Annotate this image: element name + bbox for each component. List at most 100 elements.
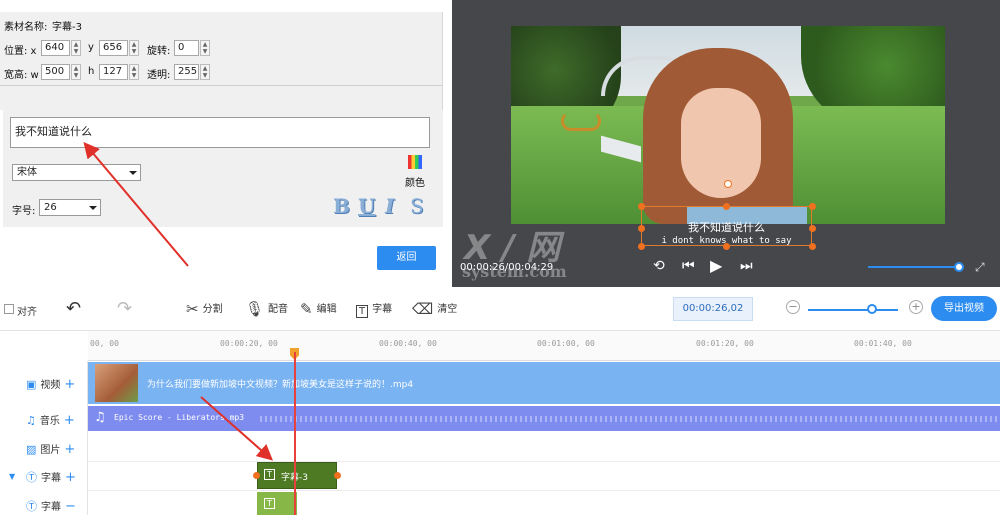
pencil-icon: ✎ [300, 300, 313, 318]
font-size-select[interactable]: 26 [39, 199, 101, 216]
resize-handle-tr[interactable] [809, 203, 816, 210]
position-label: 位置: x [4, 46, 37, 57]
align-checkbox[interactable] [4, 304, 14, 314]
rotate-handle[interactable] [724, 180, 732, 188]
next-icon[interactable]: ⏭ [740, 258, 753, 274]
width-stepper[interactable]: ▲ ▼ [71, 64, 81, 80]
subtitle-button[interactable]: T 字幕 [356, 300, 393, 318]
opacity-input[interactable]: 255 [174, 64, 199, 80]
replay-icon[interactable]: ⟲ [653, 258, 665, 274]
remove-subtitle-icon[interactable]: − [65, 499, 76, 514]
zoom-out-icon[interactable]: − [786, 300, 800, 314]
underline-button[interactable]: U [358, 194, 375, 218]
font-family-value: 宋体 [17, 167, 37, 178]
zoom-in-icon[interactable]: + [909, 300, 923, 314]
material-name-value: 字幕-3 [52, 22, 82, 33]
audio-waveform [260, 416, 1000, 422]
y-stepper[interactable]: ▲ ▼ [129, 40, 139, 56]
h-label: h [88, 66, 95, 77]
height-input[interactable]: 127 [99, 64, 128, 80]
resize-handle-tl[interactable] [638, 203, 645, 210]
play-icon[interactable]: ▶ [710, 256, 722, 275]
edit-button[interactable]: ✎ 编辑 [300, 300, 337, 318]
opacity-stepper[interactable]: ▲ ▼ [200, 64, 210, 80]
playback-time: 00:00:26/00:04:29 [460, 262, 554, 273]
volume-slider-knob[interactable] [954, 262, 964, 272]
y-label: y [88, 42, 94, 53]
previous-icon[interactable]: ⏮ [682, 258, 695, 274]
x-stepper[interactable]: ▲ ▼ [71, 40, 81, 56]
music-note-icon: ♫ [26, 414, 36, 427]
text-track-icon: Ⓣ [26, 500, 37, 513]
subtitle-text-input[interactable]: 我不知道说什么 [10, 117, 430, 148]
color-palette-icon[interactable] [408, 155, 422, 169]
ruler-tick-label: 00:01:00, 00 [537, 339, 595, 348]
collapse-triangle-icon[interactable]: ▼ [9, 472, 15, 481]
clip-trim-handle-right[interactable] [334, 472, 341, 479]
video-preview: 我不知道说什么 i dont knows what to say X / 网 s… [452, 0, 1000, 287]
text-icon: T [264, 498, 275, 509]
playhead-line[interactable] [294, 352, 296, 515]
subtitle-english: i dont knows what to say [661, 236, 792, 246]
text-track-icon: Ⓣ [26, 471, 37, 484]
ruler-tick-label: 00:01:20, 00 [696, 339, 754, 348]
fullscreen-icon[interactable]: ⤢ [975, 260, 987, 274]
volume-slider[interactable] [868, 266, 958, 268]
color-label: 颜色 [405, 178, 425, 189]
back-button[interactable]: 返回 [377, 246, 436, 270]
video-frame [511, 26, 945, 224]
width-input[interactable]: 500 [41, 64, 70, 80]
add-image-icon[interactable]: + [64, 442, 75, 457]
dub-button[interactable]: 🎙 配音 [245, 300, 288, 318]
rotate-label: 旋转: [147, 46, 171, 57]
track-label: 字幕 [41, 502, 61, 513]
chevron-down-icon [89, 206, 97, 210]
split-button[interactable]: ✂ 分割 [186, 300, 223, 318]
video-clip-thumbnail [95, 364, 138, 402]
y-input[interactable]: 656 [99, 40, 128, 56]
rotate-stepper[interactable]: ▲ ▼ [200, 40, 210, 56]
track-header-video: ▣ 视频 + [26, 376, 75, 392]
zoom-slider[interactable] [808, 309, 898, 311]
clip-trim-handle-left[interactable] [253, 472, 260, 479]
zoom-slider-knob[interactable] [867, 304, 877, 314]
height-stepper[interactable]: ▲ ▼ [129, 64, 139, 80]
ruler-tick-label: 00:00:20, 00 [220, 339, 278, 348]
x-input[interactable]: 640 [41, 40, 70, 56]
chevron-down-icon [129, 171, 137, 175]
add-video-icon[interactable]: + [64, 377, 75, 392]
add-music-icon[interactable]: + [64, 413, 75, 428]
subtitle-clip-2[interactable] [257, 492, 297, 515]
ruler-tick-label: 00:00:40, 00 [379, 339, 437, 348]
current-time-field[interactable]: 00:00:26,02 [673, 297, 753, 321]
music-note-icon: ♫ [94, 410, 106, 425]
clear-button[interactable]: ⌫ 清空 [412, 300, 457, 318]
export-video-button[interactable]: 导出视频 [931, 296, 997, 321]
properties-divider [0, 85, 443, 110]
scissors-icon: ✂ [186, 300, 199, 318]
track-label: 图片 [40, 445, 61, 456]
undo-icon[interactable]: ↶ [66, 298, 81, 319]
add-subtitle-icon[interactable]: + [65, 470, 76, 485]
redo-icon[interactable]: ↷ [117, 298, 132, 319]
track-header-subtitle: Ⓣ 字幕 + [26, 469, 76, 485]
strikethrough-button[interactable]: S [410, 194, 424, 218]
bold-button[interactable]: B [333, 194, 350, 218]
person-face [681, 88, 761, 198]
eraser-icon: ⌫ [412, 300, 434, 318]
font-size-value: 26 [44, 202, 57, 213]
text-icon: T [264, 469, 275, 480]
opacity-label: 透明: [147, 70, 171, 81]
edit-label: 编辑 [316, 304, 337, 315]
italic-button[interactable]: I [385, 194, 394, 218]
video-track-icon: ▣ [26, 378, 37, 391]
resize-handle-t[interactable] [723, 203, 730, 210]
align-label: 对齐 [17, 307, 37, 318]
ruler-tick-label: 00:01:40, 00 [854, 339, 912, 348]
rotate-input[interactable]: 0 [174, 40, 199, 56]
video-clip-name: 为什么我们要做新加坡中文视频？新加坡美女是这样子说的！.mp4 [147, 380, 414, 390]
track-header-subtitle-2: Ⓣ 字幕 − [26, 498, 76, 514]
subtitle-tool-label: 字幕 [372, 304, 393, 315]
clear-label: 清空 [437, 304, 458, 315]
font-family-select[interactable]: 宋体 [12, 164, 141, 181]
